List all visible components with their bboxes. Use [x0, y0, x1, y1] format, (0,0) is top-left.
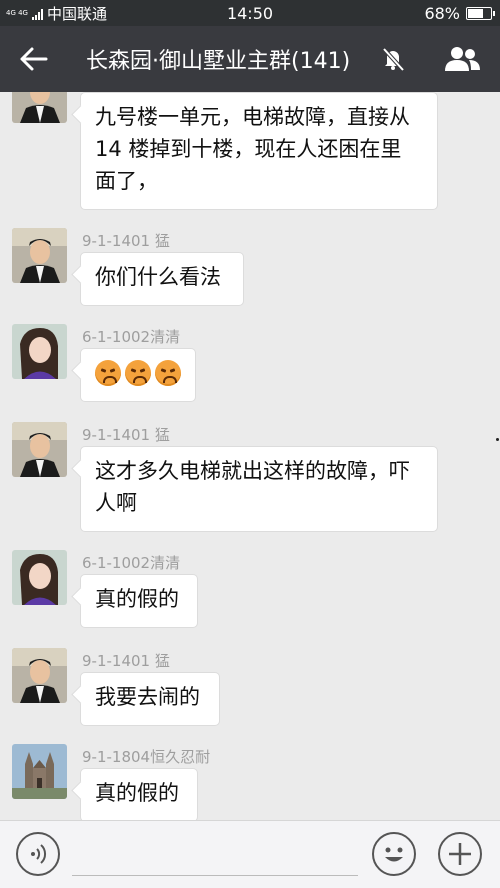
message-bubble[interactable]: 这才多久电梯就出这样的故障，吓 人啊 [80, 446, 438, 532]
avatar[interactable] [12, 422, 67, 477]
voice-icon[interactable] [16, 832, 60, 876]
message-text: 真的假的 [95, 587, 179, 611]
message-bubble[interactable]: 你们什么看法 [80, 252, 244, 306]
sender-name: 9-1-1401 猛 [82, 426, 170, 444]
sender-name: 6-1-1002清清 [82, 328, 181, 346]
battery-percent: 68% [424, 4, 460, 23]
plus-icon[interactable] [438, 832, 482, 876]
arrow-left-icon[interactable] [18, 44, 50, 74]
sender-name: 6-1-1002清清 [82, 554, 181, 572]
bell-muted-icon [382, 47, 405, 72]
sender-name: 9-1-1401 猛 [82, 652, 170, 670]
message-list[interactable]: 九号楼一单元，电梯故障，直接从 14 楼掉到十楼，现在人还困在里 面了， 9-1… [0, 92, 500, 820]
angry-face-emoji [125, 360, 151, 386]
message-text: 14 楼掉到十楼，现在人还困在里 [95, 137, 402, 161]
man-avatar-image [12, 648, 67, 703]
battery-icon [466, 7, 495, 20]
status-bar: 4G 4G 中国联通 14:50 68% [0, 0, 500, 26]
avatar[interactable] [12, 324, 67, 379]
scroll-marker [496, 438, 499, 441]
input-bar [0, 820, 500, 888]
sender-name: 9-1-1401 猛 [82, 232, 170, 250]
avatar[interactable] [12, 92, 67, 123]
message-bubble[interactable]: 真的假的 [80, 768, 198, 820]
man-avatar-image [12, 422, 67, 477]
man-avatar-image [12, 228, 67, 283]
message-text: 九号楼一单元，电梯故障，直接从 [95, 105, 410, 129]
woman-avatar-image [12, 324, 67, 379]
message-text: 我要去闹的 [95, 685, 200, 709]
church-avatar-image [12, 744, 67, 799]
angry-face-emoji [95, 360, 121, 386]
message-text: 面了， [95, 169, 158, 193]
message-bubble[interactable]: 我要去闹的 [80, 672, 220, 726]
sender-name: 9-1-1804恒久忍耐 [82, 748, 211, 766]
message-text: 这才多久电梯就出这样的故障，吓 [95, 459, 410, 483]
emoji-row [95, 357, 181, 386]
message-bubble[interactable] [80, 348, 196, 402]
chat-header: 长森园·御山墅业主群(141) [0, 26, 500, 92]
woman-avatar-image [12, 550, 67, 605]
group-members-icon[interactable] [442, 44, 482, 74]
message-bubble[interactable]: 九号楼一单元，电梯故障，直接从 14 楼掉到十楼，现在人还困在里 面了， [80, 92, 438, 210]
message-bubble[interactable]: 真的假的 [80, 574, 198, 628]
group-title: 长森园·御山墅业主群(141) [86, 49, 351, 74]
message-input[interactable] [72, 835, 358, 876]
message-text: 人啊 [95, 491, 137, 515]
message-text: 你们什么看法 [95, 265, 221, 289]
man-avatar-image [12, 92, 67, 123]
message-text: 真的假的 [95, 781, 179, 805]
avatar[interactable] [12, 648, 67, 703]
smiley-icon[interactable] [372, 832, 416, 876]
avatar[interactable] [12, 550, 67, 605]
avatar[interactable] [12, 744, 67, 799]
angry-face-emoji [155, 360, 181, 386]
avatar[interactable] [12, 228, 67, 283]
